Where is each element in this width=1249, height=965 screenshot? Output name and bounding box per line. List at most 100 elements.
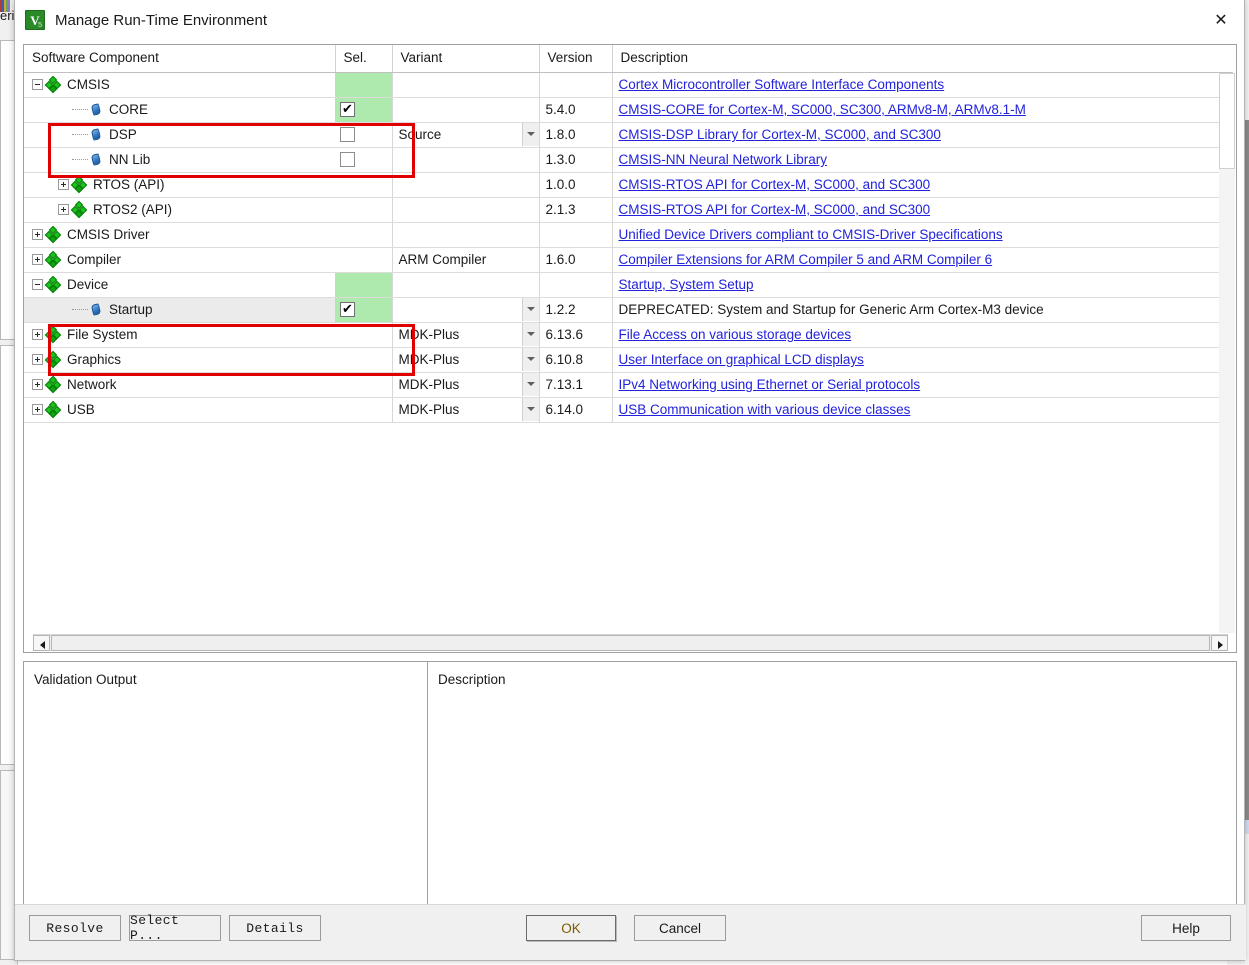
cell-selection[interactable]	[335, 97, 393, 123]
column-header-version[interactable]: Version	[539, 45, 613, 73]
cell-software-component[interactable]: CORE	[24, 97, 335, 123]
table-row[interactable]: Device Startup, System Setup	[24, 272, 1233, 298]
expand-icon[interactable]	[32, 354, 43, 365]
cell-software-component[interactable]: CMSIS Driver	[24, 222, 335, 248]
cell-software-component[interactable]: NN Lib	[24, 147, 335, 173]
select-packs-button[interactable]: Select P...	[129, 913, 221, 943]
cell-variant[interactable]: Source	[392, 122, 540, 148]
cell-software-component[interactable]: RTOS2 (API)	[24, 197, 335, 223]
column-header-variant[interactable]: Variant	[392, 45, 540, 73]
table-row[interactable]: RTOS (API) 1.0.0 CMSIS-RTOS API for Cortex…	[24, 172, 1233, 198]
checkbox-checked[interactable]	[340, 300, 355, 317]
cancel-button[interactable]: Cancel	[634, 915, 726, 941]
expand-icon[interactable]	[32, 329, 43, 340]
cell-variant[interactable]	[392, 172, 540, 198]
cell-variant[interactable]: ARM Compiler	[392, 247, 540, 273]
table-row[interactable]: USB MDK-Plus 6.14.0 USB Communication with …	[24, 397, 1233, 423]
cell-variant[interactable]: MDK-Plus	[392, 397, 540, 423]
cell-variant[interactable]: MDK-Plus	[392, 322, 540, 348]
cell-software-component[interactable]: Device	[24, 272, 335, 298]
table-row[interactable]: NN Lib 1.3.0 CMSIS-NN Neural Network Libra…	[24, 147, 1233, 173]
table-row[interactable]: CORE 5.4.0 CMSIS-CORE for Cortex-M, SC000,…	[24, 97, 1233, 123]
table-row[interactable]: Network MDK-Plus 7.13.1 IPv4 Networking usi…	[24, 372, 1233, 398]
cell-variant[interactable]	[392, 97, 540, 123]
cell-selection[interactable]	[335, 247, 393, 273]
chevron-down-icon[interactable]	[521, 323, 538, 346]
column-header-description[interactable]: Description	[612, 45, 1233, 73]
column-header-software-component[interactable]: Software Component	[24, 45, 336, 73]
table-row[interactable]: Graphics MDK-Plus 6.10.8 User Interface on …	[24, 347, 1233, 373]
cell-variant[interactable]	[392, 147, 540, 173]
table-row[interactable]: DSP Source 1.8.0 CMSIS-DSP Library for Cort…	[24, 122, 1233, 148]
cell-variant[interactable]	[392, 197, 540, 223]
details-button[interactable]: Details	[229, 915, 321, 941]
table-row[interactable]: File System MDK-Plus 6.13.6 File Access on …	[24, 322, 1233, 348]
cell-variant[interactable]	[392, 222, 540, 248]
description-link[interactable]: USB Communication with various device cl…	[619, 402, 911, 417]
cell-selection[interactable]	[335, 272, 393, 298]
cell-variant[interactable]: MDK-Plus	[392, 372, 540, 398]
expand-icon[interactable]	[32, 404, 43, 415]
table-row[interactable]: Compiler ARM Compiler 1.6.0 Compiler Extens…	[24, 247, 1233, 273]
tree-horizontal-scrollbar[interactable]	[33, 634, 1228, 651]
expand-icon[interactable]	[58, 204, 69, 215]
cell-software-component[interactable]: Compiler	[24, 247, 335, 273]
expand-icon[interactable]	[32, 379, 43, 390]
cell-software-component[interactable]: DSP	[24, 122, 335, 148]
close-icon[interactable]: ✕	[1198, 0, 1244, 40]
checkbox-unchecked[interactable]	[340, 152, 355, 167]
chevron-down-icon[interactable]	[521, 373, 538, 396]
chevron-down-icon[interactable]	[521, 348, 538, 371]
table-row[interactable]: Startup 1.2.2 DEPRECATED: System and Start…	[24, 297, 1233, 323]
cell-selection[interactable]	[335, 172, 393, 198]
scroll-left-arrow-icon[interactable]	[33, 635, 50, 651]
cell-variant[interactable]: MDK-Plus	[392, 347, 540, 373]
cell-selection[interactable]	[335, 147, 393, 173]
collapse-icon[interactable]	[32, 79, 43, 90]
resolve-button[interactable]: Resolve	[29, 915, 121, 941]
tree-vertical-scrollbar[interactable]	[1219, 73, 1235, 633]
tree-horizontal-scrollbar-thumb[interactable]	[51, 635, 1210, 651]
cell-software-component[interactable]: File System	[24, 322, 335, 348]
cell-variant[interactable]	[392, 272, 540, 298]
cell-software-component[interactable]: RTOS (API)	[24, 172, 335, 198]
expand-icon[interactable]	[58, 179, 69, 190]
chevron-down-icon[interactable]	[521, 398, 538, 421]
cell-selection[interactable]	[335, 122, 393, 148]
cell-selection[interactable]	[335, 72, 393, 98]
chevron-down-icon[interactable]	[521, 123, 538, 146]
checkbox-unchecked[interactable]	[340, 127, 355, 142]
description-link[interactable]: CMSIS-DSP Library for Cortex-M, SC000, a…	[619, 127, 941, 142]
description-link[interactable]: CMSIS-NN Neural Network Library	[619, 152, 828, 167]
cell-software-component[interactable]: Startup	[24, 297, 335, 323]
cell-selection[interactable]	[335, 322, 393, 348]
cell-variant[interactable]	[392, 297, 540, 323]
collapse-icon[interactable]	[32, 279, 43, 290]
scroll-right-arrow-icon[interactable]	[1211, 635, 1228, 651]
description-link[interactable]: Cortex Microcontroller Software Interfac…	[619, 77, 945, 92]
cell-selection[interactable]	[335, 372, 393, 398]
cell-software-component[interactable]: Network	[24, 372, 335, 398]
help-button[interactable]: Help	[1141, 915, 1231, 941]
ok-button[interactable]: OK	[526, 915, 616, 941]
cell-software-component[interactable]: Graphics	[24, 347, 335, 373]
tree-vertical-scrollbar-thumb[interactable]	[1219, 73, 1235, 169]
cell-selection[interactable]	[335, 297, 393, 323]
description-link[interactable]: CMSIS-RTOS API for Cortex-M, SC000, and …	[619, 202, 931, 217]
checkbox-checked[interactable]	[340, 100, 355, 117]
description-link[interactable]: Compiler Extensions for ARM Compiler 5 a…	[619, 252, 993, 267]
cell-variant[interactable]	[392, 72, 540, 98]
expand-icon[interactable]	[32, 229, 43, 240]
cell-software-component[interactable]: USB	[24, 397, 335, 423]
description-link[interactable]: Startup, System Setup	[619, 277, 754, 292]
description-link[interactable]: User Interface on graphical LCD displays	[619, 352, 864, 367]
description-link[interactable]: CMSIS-RTOS API for Cortex-M, SC000, and …	[619, 177, 931, 192]
table-row[interactable]: RTOS2 (API) 2.1.3 CMSIS-RTOS API for Corte…	[24, 197, 1233, 223]
description-link[interactable]: Unified Device Drivers compliant to CMSI…	[619, 227, 1003, 242]
description-link[interactable]: File Access on various storage devices	[619, 327, 852, 342]
cell-selection[interactable]	[335, 347, 393, 373]
expand-icon[interactable]	[32, 254, 43, 265]
table-row[interactable]: CMSIS Cortex Microcontroller Software Int…	[24, 72, 1233, 98]
column-header-sel[interactable]: Sel.	[335, 45, 393, 73]
description-link[interactable]: IPv4 Networking using Ethernet or Serial…	[619, 377, 921, 392]
